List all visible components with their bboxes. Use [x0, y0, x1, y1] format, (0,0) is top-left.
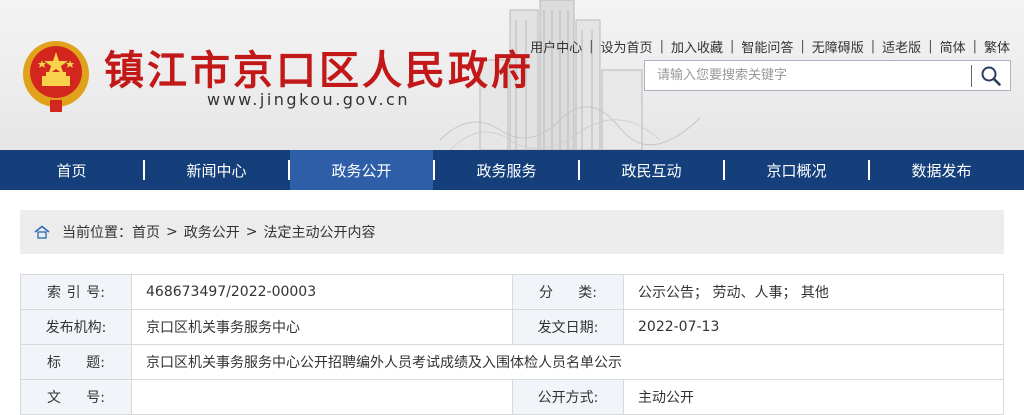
nav-government-affairs[interactable]: 政务公开 — [290, 150, 433, 190]
table-row: 标 题: 京口区机关事务服务中心公开招聘编外人员考试成绩及入围体检人员名单公示 — [20, 344, 1004, 380]
disclosure-mode-label: 公开方式: — [512, 379, 624, 415]
nav-data-release[interactable]: 数据发布 — [870, 150, 1013, 190]
accessibility-link[interactable]: 无障碍版 — [812, 37, 864, 56]
nav-home[interactable]: 首页 — [0, 150, 143, 190]
date-label: 发文日期: — [512, 309, 624, 345]
search-box — [644, 60, 1011, 91]
title-label: 标 题: — [20, 344, 132, 380]
index-value: 468673497/2022-00003 — [131, 274, 513, 310]
document-number-label: 文 号: — [20, 379, 132, 415]
site-url: www.jingkou.gov.cn — [207, 90, 410, 109]
category-label: 分 类: — [512, 274, 624, 310]
breadcrumb: 当前位置： 首页 > 政务公开 > 法定主动公开内容 — [20, 210, 1004, 254]
site-header: 镇江市京口区人民政府 www.jingkou.gov.cn 用户中心 | 设为首… — [0, 0, 1024, 150]
search-input[interactable] — [645, 61, 971, 90]
user-center-link[interactable]: 用户中心 — [530, 37, 582, 56]
national-emblem-icon — [23, 41, 89, 112]
smart-qa-link[interactable]: 智能问答 — [741, 37, 793, 56]
breadcrumb-prefix: 当前位置： — [62, 225, 132, 241]
top-links: 用户中心 | 设为首页 | 加入收藏 | 智能问答 | 无障碍版 | 适老版 |… — [530, 37, 1010, 56]
main-nav: 首页 新闻中心 政务公开 政务服务 政民互动 京口概况 数据发布 — [0, 150, 1024, 190]
traditional-chinese-link[interactable]: 繁体 — [984, 37, 1010, 56]
document-number-value — [131, 379, 513, 415]
add-favorite-link[interactable]: 加入收藏 — [671, 37, 723, 56]
table-row: 索 引 号: 468673497/2022-00003 分 类: 公示公告； 劳… — [20, 274, 1004, 310]
date-value: 2022-07-13 — [623, 309, 1004, 345]
breadcrumb-home[interactable]: 首页 — [132, 222, 160, 242]
breadcrumb-separator: > — [245, 224, 258, 240]
breadcrumb-separator: > — [166, 224, 178, 240]
publisher-label: 发布机构: — [20, 309, 132, 345]
title-value: 京口区机关事务服务中心公开招聘编外人员考试成绩及入围体检人员名单公示 — [131, 344, 1004, 380]
nav-jingkou-overview[interactable]: 京口概况 — [725, 150, 868, 190]
breadcrumb-government-affairs[interactable]: 政务公开 — [184, 222, 240, 242]
breadcrumb-current[interactable]: 法定主动公开内容 — [263, 222, 375, 242]
table-row: 发布机构: 京口区机关事务服务中心 发文日期: 2022-07-13 — [20, 309, 1004, 345]
nav-interaction[interactable]: 政民互动 — [580, 150, 723, 190]
category-value: 公示公告； 劳动、人事； 其他 — [623, 274, 1004, 310]
elderly-version-link[interactable]: 适老版 — [882, 37, 921, 56]
search-icon — [981, 66, 1001, 86]
publisher-value: 京口区机关事务服务中心 — [131, 309, 513, 345]
disclosure-mode-value: 主动公开 — [623, 379, 1004, 415]
simplified-chinese-link[interactable]: 简体 — [940, 37, 966, 56]
search-button[interactable] — [972, 61, 1010, 90]
index-label: 索 引 号: — [20, 274, 132, 310]
nav-government-services[interactable]: 政务服务 — [435, 150, 578, 190]
set-homepage-link[interactable]: 设为首页 — [601, 37, 653, 56]
nav-news-center[interactable]: 新闻中心 — [145, 150, 288, 190]
site-title: 镇江市京口区人民政府 — [104, 47, 534, 94]
home-icon — [34, 225, 50, 239]
document-info-table: 索 引 号: 468673497/2022-00003 分 类: 公示公告； 劳… — [20, 274, 1004, 415]
table-row: 文 号: 公开方式: 主动公开 — [20, 379, 1004, 415]
